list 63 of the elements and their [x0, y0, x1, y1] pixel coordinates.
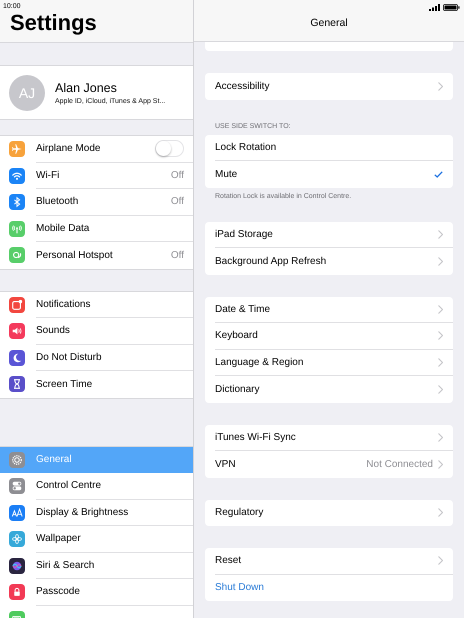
row-label: Shut Down: [215, 582, 265, 594]
row-label: Lock Rotation: [215, 142, 278, 153]
item-label: Personal Hotspot: [36, 250, 113, 261]
item-label: Airplane Mode: [36, 143, 100, 154]
chevron-icon: [438, 358, 443, 367]
chevron-icon: [438, 556, 443, 566]
settings-row[interactable]: Keyboard: [215, 323, 453, 350]
settings-row[interactable]: iPad Storage: [215, 222, 453, 248]
page-title: General: [310, 17, 348, 29]
settings-row[interactable]: Lock Rotation: [215, 134, 453, 161]
row-label: iTunes Wi-Fi Sync: [215, 432, 297, 443]
settings-row[interactable]: Dictionary: [215, 376, 453, 402]
item-label: Notifications: [36, 298, 90, 310]
item-label: Screen Time: [36, 378, 92, 390]
item-label: Wi-Fi: [36, 170, 60, 181]
settings-row[interactable]: iTunes Wi-Fi Sync: [215, 424, 453, 451]
battery-icon: [443, 4, 460, 10]
profile-name: Alan Jones: [55, 80, 117, 94]
chevron-icon: [438, 460, 443, 469]
row-label: Regulatory: [215, 507, 264, 518]
item-label: Display & Brightness: [36, 506, 128, 518]
settings-row[interactable]: Reset: [215, 548, 453, 574]
row-label: Accessibility: [215, 80, 270, 92]
chevron-icon: [438, 508, 443, 518]
settings-row[interactable]: Date & Time: [215, 296, 453, 323]
row-label: Reset: [215, 555, 242, 566]
row-label: Keyboard: [215, 330, 259, 342]
item-label: Wallpaper: [36, 533, 81, 544]
item-value: Off: [170, 170, 184, 181]
row-label: Dictionary: [215, 384, 260, 395]
settings-row[interactable]: VPN Not Connected: [215, 451, 453, 478]
item-label: Do Not Disturb: [36, 352, 102, 363]
settings-row[interactable]: Mute: [215, 161, 453, 188]
item-value: Off: [170, 196, 184, 208]
row-label: Mute: [215, 168, 238, 180]
row-label: VPN: [215, 458, 237, 470]
item-label: Passcode: [36, 586, 80, 598]
chevron-icon: [438, 331, 443, 340]
row-label: iPad Storage: [215, 228, 274, 240]
item-label: Control Centre: [36, 480, 102, 492]
item-value: Off: [170, 250, 184, 261]
toggle-switch[interactable]: [155, 140, 184, 158]
item-label: Bluetooth: [36, 196, 78, 208]
chevron-icon: [438, 82, 443, 91]
chevron-icon: [438, 256, 443, 266]
settings-row[interactable]: Language & Region: [215, 350, 453, 376]
chevron-icon: [438, 304, 443, 314]
settings-row[interactable]: Background App Refresh: [215, 248, 453, 274]
row-label: Language & Region: [215, 356, 304, 368]
item-label: Mobile Data: [36, 222, 90, 234]
settings-title: Settings: [10, 10, 97, 36]
signal-icon: [429, 4, 440, 10]
item-label: General: [36, 454, 72, 466]
chevron-icon: [438, 432, 443, 442]
chevron-icon: [438, 230, 443, 239]
item-label: Siri & Search: [36, 560, 94, 571]
settings-row[interactable]: Shut Down: [215, 574, 453, 601]
row-value: Not Connected: [366, 458, 433, 470]
chevron-icon: [438, 384, 443, 394]
item-label: Sounds: [36, 325, 70, 336]
row-label: Background App Refresh: [215, 256, 328, 267]
row-label: Date & Time: [215, 304, 272, 315]
avatar: AJ: [9, 74, 45, 110]
